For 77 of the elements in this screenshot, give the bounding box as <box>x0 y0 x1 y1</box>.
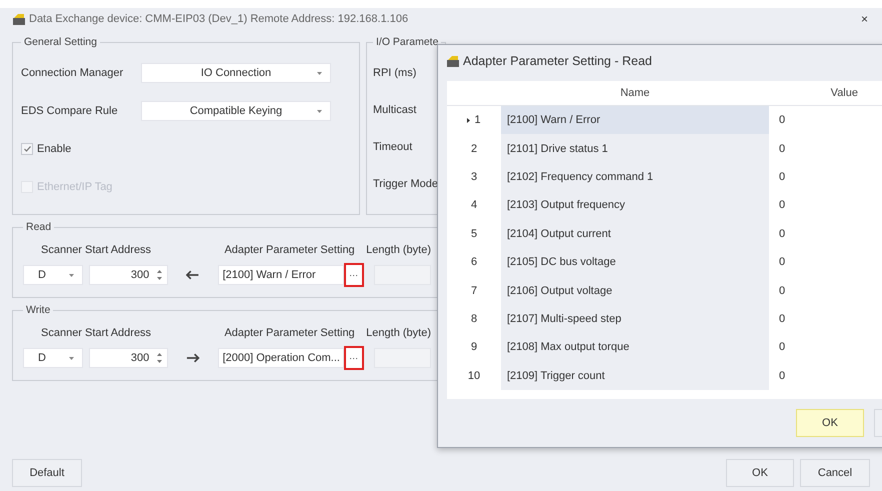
caret-icon <box>68 357 74 360</box>
column-header[interactable]: Name <box>501 87 769 99</box>
dropdown[interactable]: Compatible Keying <box>141 101 331 121</box>
close-button[interactable]: × <box>856 12 872 26</box>
table-cell[interactable]: [2109] Trigger count <box>501 362 769 390</box>
row-number: 5 <box>470 228 478 240</box>
device-icon <box>12 12 26 26</box>
browse-button[interactable]: ··· <box>344 346 364 370</box>
address-spinner[interactable]: 300 <box>88 265 168 285</box>
caret-icon <box>317 72 322 75</box>
check-icon <box>24 146 30 152</box>
group-title: Write <box>25 304 52 316</box>
table-cell[interactable]: [2104] Output current <box>501 220 769 248</box>
table-cell[interactable]: [2107] Multi-speed step <box>501 304 769 334</box>
ok-button[interactable]: OK <box>726 459 794 487</box>
field-label: EDS Compare Rule <box>21 105 119 117</box>
table-cell[interactable]: [2106] Output voltage <box>501 276 769 305</box>
checkbox-label: Enable <box>37 143 72 155</box>
table-cell[interactable]: [2108] Max output torque <box>501 333 769 362</box>
table-cell[interactable]: [2105] DC bus voltage <box>501 248 769 276</box>
default-button[interactable]: Default <box>12 459 82 487</box>
spin-arrows-icon <box>157 270 162 280</box>
table-cell-text: 0 <box>778 255 786 270</box>
ok-button[interactable]: OK <box>796 409 864 437</box>
table-cell[interactable]: [2103] Output frequency <box>501 191 769 220</box>
group-title: General Setting <box>23 36 98 48</box>
column-header[interactable]: Value <box>769 87 882 99</box>
table-cell[interactable]: [2100] Warn / Error <box>501 106 769 134</box>
column-label: Length (byte) <box>366 327 431 339</box>
field-label: Trigger Mode <box>373 176 440 192</box>
cancel-button[interactable]: Cancel <box>800 459 870 487</box>
field-label: Multicast <box>373 102 418 118</box>
row-number: 10 <box>466 370 482 382</box>
dialog-title: Adapter Parameter Setting - Read <box>463 54 652 68</box>
row-number: 3 <box>470 170 478 183</box>
table-cell-text: 0 <box>778 170 786 185</box>
field-label: Connection Manager <box>21 67 124 79</box>
column-label: Scanner Start Address <box>40 244 152 256</box>
column-label: Length (byte) <box>366 244 431 256</box>
device-dropdown[interactable]: D <box>23 265 83 285</box>
row-number: 4 <box>470 199 478 212</box>
table-cell[interactable]: [2101] Drive status 1 <box>501 134 769 163</box>
column-label: Adapter Parameter Setting <box>223 327 356 339</box>
table-cell-text: 0 <box>778 226 786 242</box>
row-number: 7 <box>470 284 478 297</box>
row-number: 9 <box>470 341 478 354</box>
field-label: RPI (ms) <box>373 66 418 80</box>
table-cell-text: 0 <box>778 113 786 128</box>
checkbox[interactable] <box>21 143 33 155</box>
row-pointer-icon <box>467 118 470 123</box>
table-cell-text: 0 <box>778 368 786 384</box>
address-spinner[interactable]: 300 <box>88 348 168 368</box>
adapter-parameter-field[interactable]: [2100] Warn / Error <box>218 265 344 285</box>
table-cell-text: 0 <box>778 340 786 356</box>
browse-button[interactable]: ··· <box>344 263 364 287</box>
column-label: Scanner Start Address <box>40 327 152 339</box>
table-cell-text: 0 <box>778 142 786 157</box>
row-number: 6 <box>470 256 478 268</box>
caret-icon <box>317 110 322 113</box>
table-cell-text: 0 <box>778 312 786 327</box>
device-dropdown[interactable]: D <box>23 348 83 368</box>
caret-icon <box>68 274 74 277</box>
group-title: I/O Paramete <box>375 36 440 48</box>
table-cell-text: 0 <box>778 198 786 214</box>
window-title: Data Exchange device: CMM-EIP03 (Dev_1) Remote Address: 192.168.1.106 <box>29 13 410 25</box>
row-number: 1 <box>447 114 501 126</box>
spin-arrows-icon <box>157 353 162 363</box>
row-number: 8 <box>470 312 478 325</box>
table-cell-text: 0 <box>778 284 786 299</box>
field-label: Timeout <box>373 140 414 154</box>
column-label: Adapter Parameter Setting <box>223 244 356 256</box>
dropdown[interactable]: IO Connection <box>141 63 331 83</box>
group-title: Read <box>25 221 52 233</box>
table-cell[interactable]: [2102] Frequency command 1 <box>501 162 769 192</box>
device-icon <box>446 54 460 68</box>
adapter-parameter-field[interactable]: [2000] Operation Com... <box>218 348 344 368</box>
row-number: 2 <box>470 142 478 155</box>
